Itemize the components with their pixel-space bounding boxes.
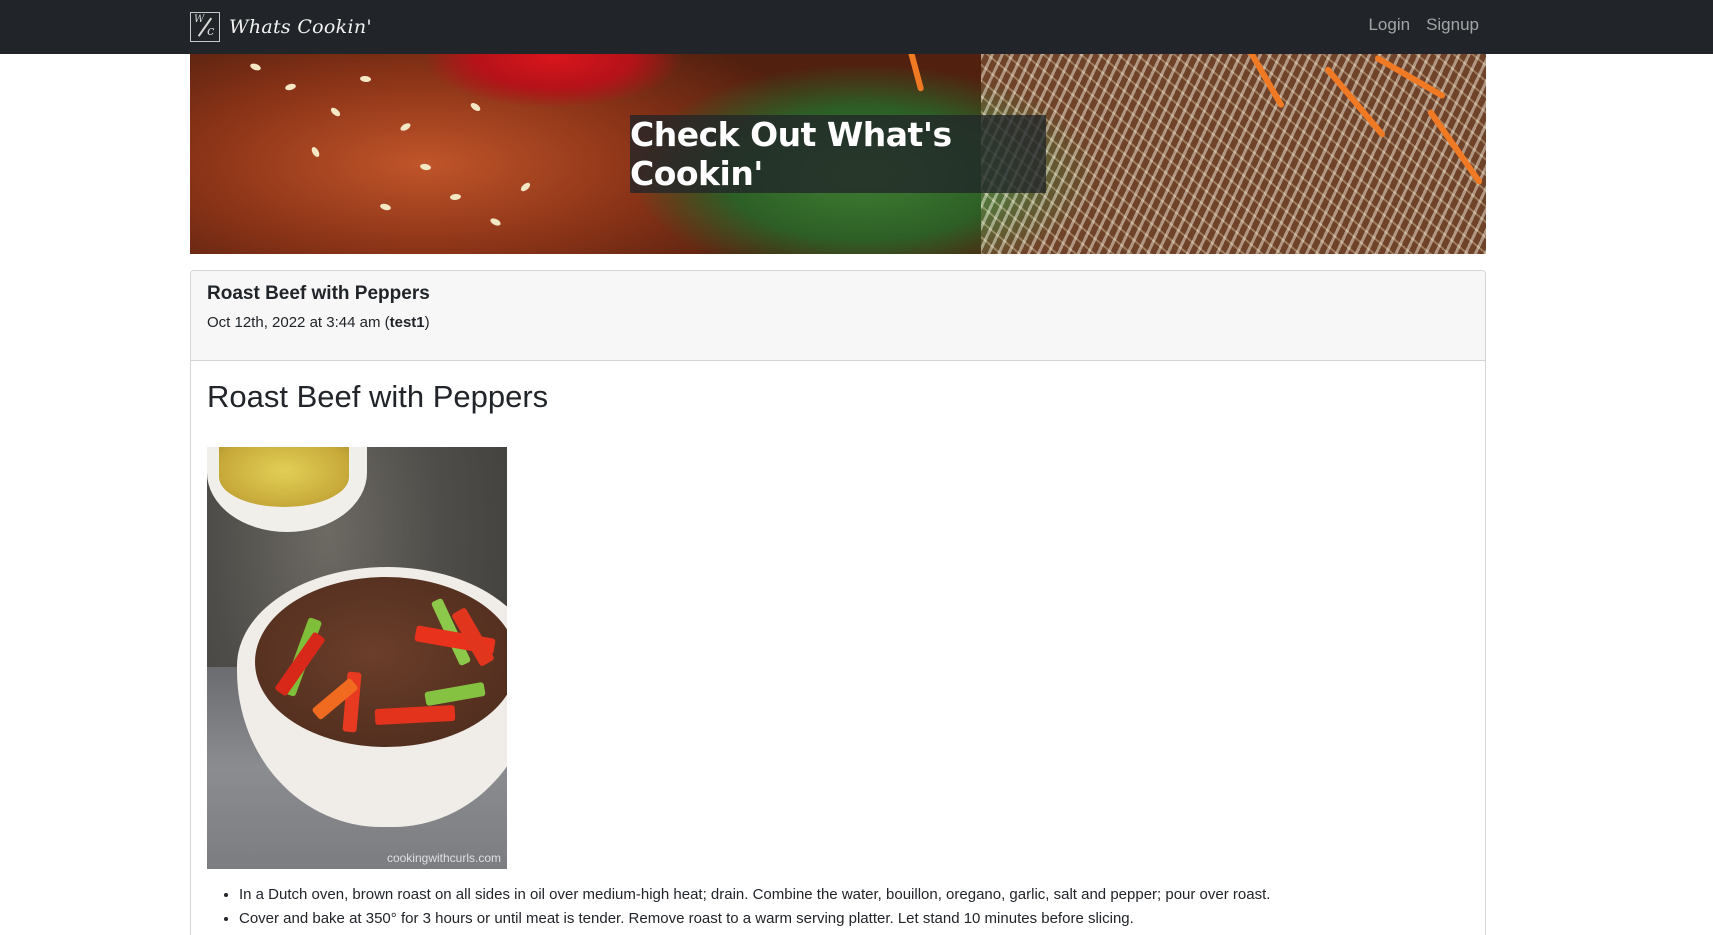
- hero-slaw-texture: [980, 54, 1486, 254]
- recipe-photo: cookingwithcurls.com: [207, 447, 507, 869]
- hero-sesame: [284, 82, 297, 92]
- brand-logo-icon: Wc: [190, 11, 220, 42]
- hero-carrot: [905, 54, 925, 92]
- post-author-close: ): [424, 314, 430, 331]
- post-date: Oct 12th, 2022 at 3:44 am: [207, 314, 381, 331]
- photo-watermark: cookingwithcurls.com: [386, 851, 501, 865]
- post-card-header: Roast Beef with Peppers Oct 12th, 2022 a…: [191, 271, 1485, 361]
- hero-sesame: [379, 202, 392, 212]
- hero-sesame: [399, 121, 412, 133]
- hero-sesame: [449, 193, 462, 201]
- hero-banner: Check Out What's Cookin': [190, 54, 1486, 254]
- navbar: Wc Whats Cookin' Login Signup: [0, 0, 1713, 54]
- list-item: In a Dutch oven, brown roast on all side…: [239, 885, 1270, 905]
- hero-sesame: [249, 62, 262, 72]
- post-card-body: Roast Beef with Peppers cookingwithcurls…: [191, 361, 1485, 927]
- hero-sesame: [359, 75, 372, 83]
- hero-sesame: [419, 163, 432, 171]
- post-author: test1: [389, 314, 425, 331]
- login-link[interactable]: Login: [1368, 15, 1410, 35]
- post-card: Roast Beef with Peppers Oct 12th, 2022 a…: [190, 270, 1486, 935]
- small-bowl: [207, 447, 367, 532]
- list-item: Cover and bake at 350° for 3 hours or un…: [239, 909, 1270, 929]
- hero-title-box: Check Out What's Cookin': [630, 115, 1046, 193]
- hero-sesame: [489, 216, 502, 228]
- brand-link[interactable]: Wc Whats Cookin': [190, 11, 372, 42]
- hero-sesame: [469, 101, 482, 113]
- signup-link[interactable]: Signup: [1426, 15, 1479, 35]
- roast-beef: [255, 577, 507, 747]
- recipe-steps: In a Dutch oven, brown roast on all side…: [239, 885, 1270, 933]
- hero-sesame: [519, 181, 532, 193]
- nav-links: Login Signup: [1368, 15, 1479, 35]
- recipe-heading: Roast Beef with Peppers: [207, 379, 549, 414]
- hero-sesame: [329, 106, 342, 118]
- post-title: Roast Beef with Peppers: [207, 283, 430, 304]
- hero-title: Check Out What's Cookin': [630, 115, 952, 193]
- hero-sesame: [310, 145, 321, 159]
- brand-name: Whats Cookin': [229, 15, 372, 38]
- post-meta: Oct 12th, 2022 at 3:44 am (test1): [207, 314, 1469, 331]
